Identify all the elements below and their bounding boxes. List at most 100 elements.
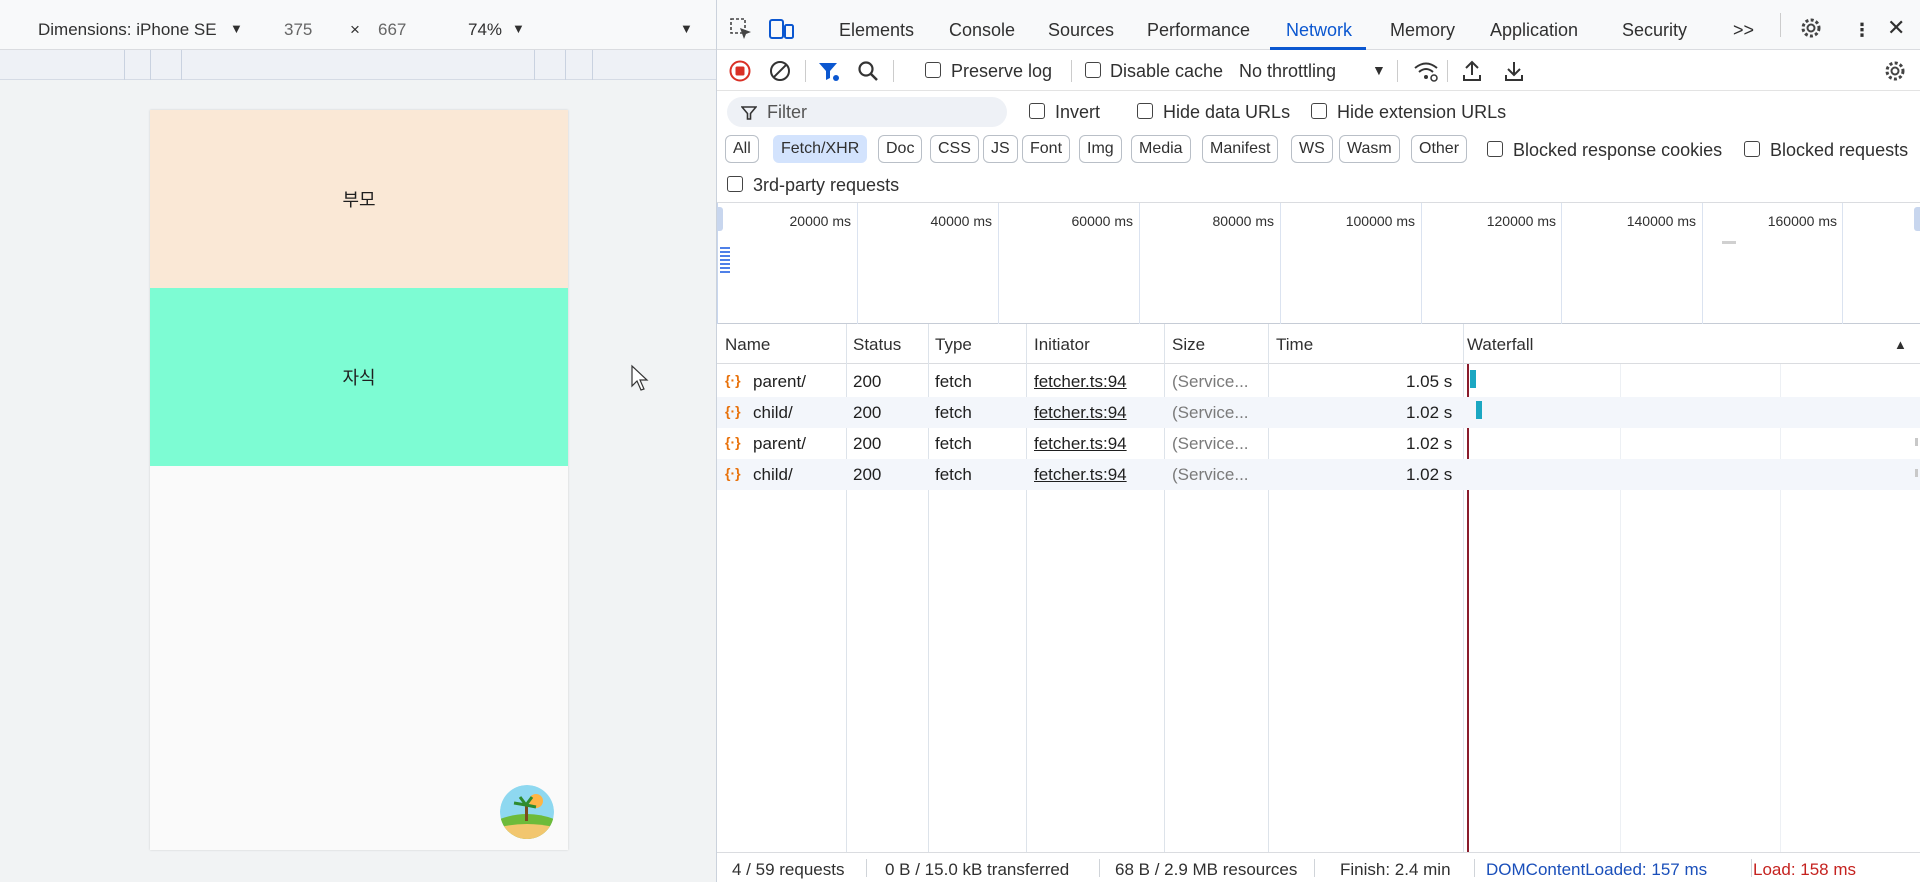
request-type: fetch [935,372,972,391]
network-toolbar: Preserve log Disable cache No throttling… [717,50,1920,91]
request-status: 200 [853,434,882,453]
fetch-icon: {·} [725,434,741,450]
tab-sources[interactable]: Sources [1048,20,1114,41]
inspect-element-icon[interactable] [729,17,753,41]
hide-data-urls-checkbox[interactable] [1137,103,1153,119]
request-table-header: Name Status Type Initiator Size Time Wat… [717,324,1920,364]
record-stop-icon[interactable] [729,60,751,82]
tab-network[interactable]: Network [1286,20,1352,41]
export-har-icon[interactable] [1503,59,1525,83]
throttling-caret-icon[interactable]: ▼ [1372,62,1386,78]
type-chip-doc[interactable]: Doc [878,135,923,163]
request-name: child/ [753,465,793,484]
close-devtools-icon[interactable]: ✕ [1887,15,1905,41]
overview-right-handle[interactable] [1914,207,1920,231]
type-chip-all[interactable]: All [725,135,759,163]
media-query-ruler[interactable] [0,50,716,80]
kebab-menu-icon[interactable]: ⋮ [1853,20,1871,41]
column-initiator[interactable]: Initiator [1034,335,1090,355]
waterfall-bar [1915,438,1918,446]
table-row[interactable]: {·} parent/ 200 fetch fetcher.ts:94 (Ser… [717,428,1920,459]
column-time[interactable]: Time [1276,335,1313,355]
zoom-select[interactable]: 74% [468,20,502,40]
throttling-select[interactable]: No throttling [1239,61,1336,82]
network-conditions-icon[interactable] [1413,59,1439,83]
table-row[interactable]: {·} parent/ 200 fetch fetcher.ts:94 (Ser… [717,366,1920,397]
tab-console[interactable]: Console [949,20,1015,41]
tab-performance[interactable]: Performance [1147,20,1250,41]
column-type[interactable]: Type [935,335,972,355]
type-chip-font[interactable]: Font [1022,135,1071,163]
type-chip-fetch-xhr[interactable]: Fetch/XHR [773,135,868,163]
request-name: parent/ [753,434,806,453]
column-status[interactable]: Status [853,335,901,355]
type-chip-media[interactable]: Media [1131,135,1191,163]
filter-input[interactable]: Filter [727,97,1007,127]
zoom-caret-icon[interactable]: ▼ [512,21,525,36]
blocked-response-cookies-label: Blocked response cookies [1513,140,1723,160]
request-status: 200 [853,372,882,391]
request-type: fetch [935,403,972,422]
third-party-checkbox[interactable] [727,176,743,192]
request-initiator[interactable]: fetcher.ts:94 [1034,465,1127,485]
blocked-response-cookies-checkbox[interactable] [1487,141,1503,157]
network-overview-timeline[interactable]: 20000 ms 40000 ms 60000 ms 80000 ms 1000… [717,203,1920,324]
overview-request-bar [1722,241,1736,244]
parent-box: 부모 [150,110,568,288]
hide-extension-urls-checkbox[interactable] [1311,103,1327,119]
waterfall-bar [1470,370,1476,388]
type-chip-manifest[interactable]: Manifest [1202,135,1279,163]
request-type: fetch [935,465,972,484]
request-size: (Service... [1172,465,1249,484]
settings-gear-icon[interactable] [1799,16,1823,40]
width-input[interactable]: 375 [284,20,312,40]
preserve-log-checkbox[interactable] [925,62,941,78]
disable-cache-checkbox[interactable] [1085,62,1101,78]
type-chip-img[interactable]: Img [1079,135,1122,163]
table-row[interactable]: {·} child/ 200 fetch fetcher.ts:94 (Serv… [717,459,1920,490]
device-toolbar-icon[interactable] [769,17,795,41]
type-chip-css[interactable]: CSS [930,135,979,163]
device-select[interactable]: Dimensions: iPhone SE [38,20,217,40]
overview-tick-label: 100000 ms [1345,213,1415,229]
more-options-icon[interactable]: ▼ [680,21,693,36]
type-chip-js[interactable]: JS [983,135,1018,163]
search-icon[interactable] [857,60,879,82]
column-name[interactable]: Name [725,335,770,355]
more-tabs-icon[interactable]: >> [1733,20,1754,41]
overview-tick-label: 140000 ms [1626,213,1696,229]
blocked-requests-checkbox[interactable] [1744,141,1760,157]
column-size[interactable]: Size [1172,335,1205,355]
tab-security[interactable]: Security [1622,20,1687,41]
tab-application[interactable]: Application [1490,20,1578,41]
height-input[interactable]: 667 [378,20,406,40]
type-chip-wasm[interactable]: Wasm [1339,135,1400,163]
device-select-caret-icon[interactable]: ▼ [230,21,243,36]
request-initiator[interactable]: fetcher.ts:94 [1034,372,1127,392]
request-initiator[interactable]: fetcher.ts:94 [1034,434,1127,454]
overview-tick-label: 20000 ms [789,213,851,229]
request-initiator[interactable]: fetcher.ts:94 [1034,403,1127,423]
request-status: 200 [853,465,882,484]
device-pane: Dimensions: iPhone SE ▼ 375 × 667 74% ▼ … [0,0,716,882]
table-row[interactable]: {·} child/ 200 fetch fetcher.ts:94 (Serv… [717,397,1920,428]
import-har-icon[interactable] [1461,59,1483,83]
hide-data-urls-label: Hide data URLs [1163,102,1291,122]
tab-elements[interactable]: Elements [839,20,914,41]
tab-memory[interactable]: Memory [1390,20,1455,41]
react-query-devtools-icon[interactable] [500,785,554,839]
type-chip-ws[interactable]: WS [1291,135,1333,163]
request-name: child/ [753,403,793,422]
overview-left-handle[interactable] [717,207,723,231]
invert-checkbox[interactable] [1029,103,1045,119]
network-status-bar: 4 / 59 requests 0 B / 15.0 kB transferre… [717,852,1920,882]
child-text: 자식 [342,368,376,388]
filter-funnel-icon[interactable] [817,60,841,82]
dom-content-loaded-time: DOMContentLoaded: 157 ms [1486,860,1708,879]
mouse-cursor-icon [631,364,649,391]
network-settings-icon[interactable] [1883,59,1907,83]
sort-ascending-icon[interactable]: ▲ [1894,337,1907,352]
clear-icon[interactable] [769,60,791,82]
type-chip-other[interactable]: Other [1411,135,1468,163]
column-waterfall[interactable]: Waterfall [1467,335,1533,355]
